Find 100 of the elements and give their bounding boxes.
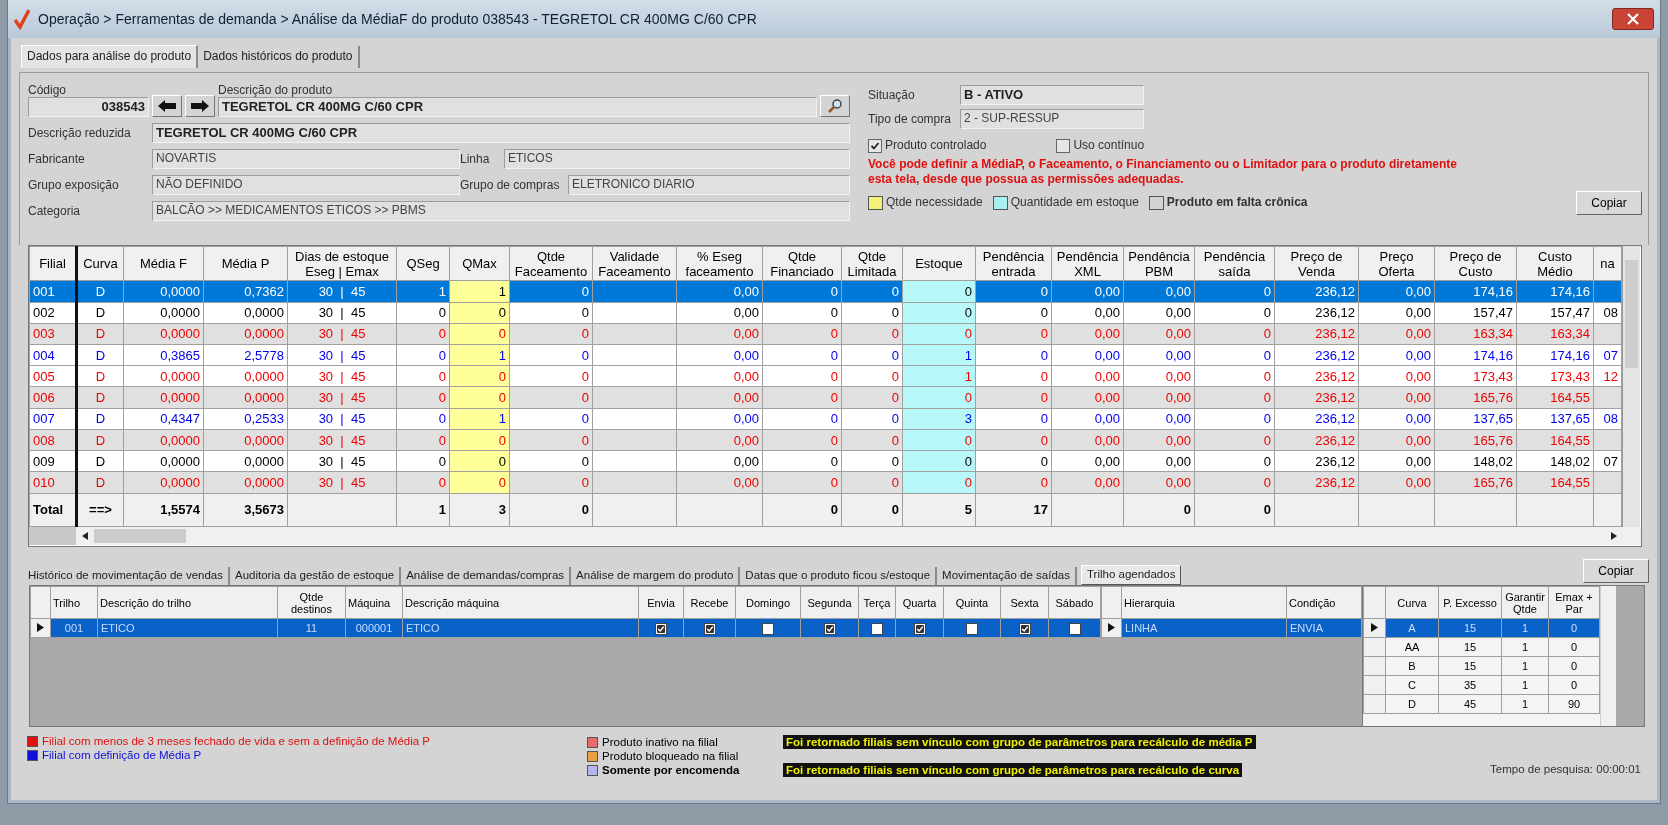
column-header[interactable]: Qtde destinos xyxy=(277,586,346,619)
vertical-scrollbar[interactable] xyxy=(1600,586,1616,726)
column-header[interactable]: Quarta xyxy=(895,586,944,619)
table-row[interactable]: 005 D 0,0000 0,0000 30 | 45 0 0 0 0,00 0 0 1 0 0,00 0,00 0 236,12 0,00 173,43 173,43 12 xyxy=(29,365,1622,387)
text-field[interactable]: NÃO DEFINIDO xyxy=(152,175,460,195)
column-header[interactable]: Média P xyxy=(203,246,288,281)
column-header[interactable]: Pendência entrada xyxy=(975,246,1052,281)
text-field[interactable]: TEGRETOL CR 400MG C/60 CPR xyxy=(152,123,850,143)
column-header[interactable]: na xyxy=(1593,246,1622,281)
tab[interactable]: Dados históricos do produto xyxy=(198,46,360,68)
column-header[interactable]: Recebe xyxy=(683,586,736,619)
table-row[interactable]: C 35 1 0 xyxy=(1363,675,1600,695)
table-row[interactable]: A 15 1 0 xyxy=(1363,618,1600,638)
checkbox-label: Produto controlado xyxy=(885,138,987,152)
column-header[interactable]: Sexta xyxy=(1000,586,1049,619)
checkbox[interactable] xyxy=(703,622,716,635)
column-header[interactable]: Pendência saída xyxy=(1194,246,1275,281)
column-header[interactable]: Terça xyxy=(858,586,896,619)
total-cell: 17 xyxy=(975,493,1052,527)
column-header[interactable]: Preço de Custo xyxy=(1434,246,1517,281)
right-arrow-button[interactable] xyxy=(185,95,215,117)
column-header[interactable]: Filial xyxy=(29,246,77,281)
table-row[interactable]: 007 D 0,4347 0,2533 30 | 45 0 1 0 0,00 0 0 3 0 0,00 0,00 0 236,12 0,00 137,65 137,65 08 xyxy=(29,408,1622,430)
table-row[interactable]: 002 D 0,0000 0,0000 30 | 45 0 0 0 0,00 0 0 0 0 0,00 0,00 0 236,12 0,00 157,47 157,47 08 xyxy=(29,302,1622,324)
column-header[interactable]: Quinta xyxy=(943,586,1001,619)
table-row[interactable]: LINHA ENVIA xyxy=(1101,618,1362,638)
left-arrow-button[interactable] xyxy=(152,95,182,117)
table-row[interactable]: 003 D 0,0000 0,0000 30 | 45 0 0 0 0,00 0 0 0 0 0,00 0,00 0 236,12 0,00 163,34 163,34 xyxy=(29,323,1622,345)
column-header[interactable]: Média F xyxy=(123,246,204,281)
checkbox[interactable] xyxy=(1056,138,1071,153)
column-header[interactable]: Emax + Par xyxy=(1548,586,1600,619)
checkbox[interactable] xyxy=(868,138,882,153)
checkbox[interactable] xyxy=(913,622,926,635)
table-row[interactable]: 001 D 0,0000 0,7362 30 | 45 1 1 0 0,00 0 0 0 0 0,00 0,00 0 236,12 0,00 174,16 174,16 xyxy=(29,280,1622,303)
column-header[interactable]: Estoque xyxy=(902,246,976,281)
legend-label: Produto inativo na filial xyxy=(602,736,718,748)
column-header[interactable]: Domingo xyxy=(735,586,801,619)
close-button[interactable] xyxy=(1612,8,1654,30)
column-header[interactable]: % Eseg faceamento xyxy=(676,246,763,281)
table-cell: 004 xyxy=(29,344,77,366)
copy-button[interactable]: Copiar xyxy=(1583,559,1649,583)
column-header[interactable]: Descrição máquina xyxy=(402,586,639,619)
tab[interactable]: Dados para análise do produto xyxy=(21,45,199,68)
table-row[interactable]: D 45 1 90 xyxy=(1363,694,1600,714)
checkbox[interactable] xyxy=(871,622,883,635)
checkbox[interactable] xyxy=(966,622,978,635)
table-row[interactable]: 001 ETICO 11 000001 ETICO xyxy=(30,618,1101,638)
table-row[interactable]: B 15 1 0 xyxy=(1363,656,1600,676)
checkbox[interactable] xyxy=(823,622,836,635)
column-header[interactable]: Trilho xyxy=(50,586,98,619)
text-field[interactable]: NOVARTIS xyxy=(152,149,460,169)
text-field[interactable]: ETICOS xyxy=(504,149,850,169)
column-header[interactable]: Máquina xyxy=(345,586,403,619)
column-header[interactable]: Custo Médio xyxy=(1516,246,1594,281)
column-header[interactable]: Pendência PBM xyxy=(1123,246,1195,281)
table-row[interactable]: 010 D 0,0000 0,0000 30 | 45 0 0 0 0,00 0 0 0 0 0,00 0,00 0 236,12 0,00 165,76 164,55 xyxy=(29,471,1622,494)
column-header[interactable]: Qtde Limitada xyxy=(841,246,903,281)
total-cell: 0 xyxy=(509,493,593,527)
table-row[interactable]: 008 D 0,0000 0,0000 30 | 45 0 0 0 0,00 0 0 0 0 0,00 0,00 0 236,12 0,00 165,76 164,55 xyxy=(29,429,1622,451)
column-header[interactable]: Garantir Qtde xyxy=(1501,586,1549,619)
column-header[interactable]: Dias de estoque Eseg | Emax xyxy=(287,246,397,281)
column-header[interactable]: Segunda xyxy=(800,586,859,619)
column-header[interactable]: Envia xyxy=(638,586,684,619)
total-cell: 0 xyxy=(762,493,842,527)
checkbox[interactable] xyxy=(762,622,774,635)
field-label: Categoria xyxy=(28,204,82,218)
column-header[interactable]: QSeg xyxy=(396,246,450,281)
column-header[interactable]: P. Excesso xyxy=(1438,586,1502,619)
column-header[interactable]: Hierarquia xyxy=(1121,586,1287,619)
column-header[interactable]: Curva xyxy=(76,246,124,281)
checkbox[interactable] xyxy=(655,622,667,635)
checkbox[interactable] xyxy=(1068,622,1081,635)
column-header[interactable]: Curva xyxy=(1385,586,1439,619)
table-row[interactable]: 006 D 0,0000 0,0000 30 | 45 0 0 0 0,00 0 0 0 0 0,00 0,00 0 236,12 0,00 165,76 164,55 xyxy=(29,386,1622,409)
column-header[interactable]: Qtde Faceamento xyxy=(509,246,593,281)
text-field[interactable]: 2 - SUP-RESSUP xyxy=(960,109,1144,129)
column-header[interactable]: Validade Faceamento xyxy=(592,246,677,281)
table-row[interactable]: 009 D 0,0000 0,0000 30 | 45 0 0 0 0,00 0 0 0 0 0,00 0,00 0 236,12 0,00 148,02 148,02 07 xyxy=(29,450,1622,472)
column-header[interactable]: Pendência XML xyxy=(1051,246,1124,281)
column-header[interactable]: Qtde Financiado xyxy=(762,246,842,281)
copy-button[interactable]: Copiar xyxy=(1576,190,1642,215)
table-row[interactable]: AA 15 1 0 xyxy=(1363,637,1600,657)
column-header[interactable]: Sábado xyxy=(1048,586,1101,619)
vertical-scrollbar[interactable] xyxy=(1622,246,1640,527)
checkbox[interactable] xyxy=(1018,622,1031,635)
text-field[interactable]: TEGRETOL CR 400MG C/60 CPR xyxy=(218,97,817,117)
text-field[interactable]: BALCÃO >> MEDICAMENTOS ETICOS >> PBMS xyxy=(152,201,850,221)
column-header[interactable]: Preço Oferta xyxy=(1358,246,1435,281)
text-field[interactable]: B - ATIVO xyxy=(960,85,1144,105)
column-header[interactable]: Preço de Venda xyxy=(1274,246,1359,281)
text-field[interactable]: ELETRONICO DIARIO xyxy=(568,175,850,195)
tab[interactable]: Trilho agendados xyxy=(1080,565,1182,585)
column-header[interactable]: QMax xyxy=(449,246,510,281)
column-header[interactable]: Descrição do trilho xyxy=(97,586,278,619)
text-field[interactable]: 038543 xyxy=(28,97,149,117)
table-row[interactable]: 004 D 0,3865 2,5778 30 | 45 0 1 0 0,00 0 0 1 0 0,00 0,00 0 236,12 0,00 174,16 174,16 07 xyxy=(29,344,1622,366)
horizontal-scrollbar[interactable] xyxy=(29,527,1641,545)
scrollbar-corner xyxy=(29,527,76,545)
search-button[interactable] xyxy=(820,95,850,117)
column-header[interactable]: Condição xyxy=(1286,586,1362,619)
